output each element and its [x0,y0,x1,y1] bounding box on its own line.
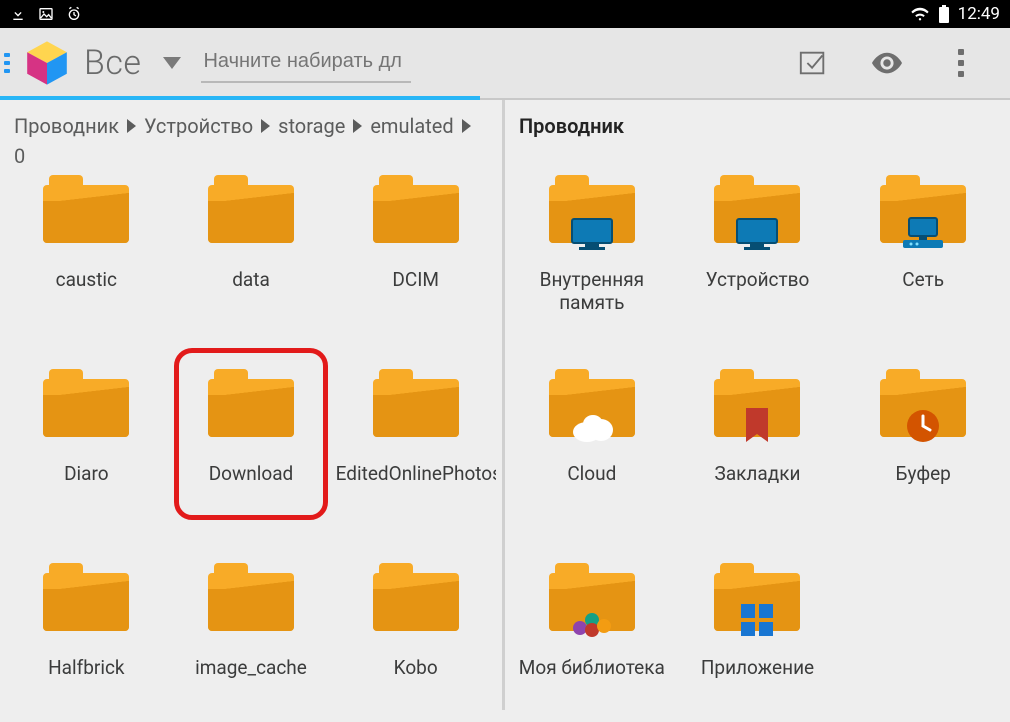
folder-label: Download [209,462,294,485]
chevron-right-icon [127,119,136,133]
apps-icon [739,602,775,638]
nav-label: Внутренняя память [512,268,672,314]
folder-item[interactable]: data [171,164,332,334]
clock-icon [905,408,941,444]
nav-label: Устройство [706,268,810,291]
folder-icon [43,369,129,437]
network-icon [901,216,945,250]
breadcrumb-item[interactable]: Устройство [144,114,253,138]
folder-item[interactable]: caustic [6,164,167,334]
nav-item[interactable]: Сеть [842,164,1004,334]
drawer-handle-icon[interactable] [0,28,14,98]
folder-icon [208,563,294,631]
internal-icon [569,216,615,250]
folder-item[interactable]: Halfbrick [6,552,167,722]
alarm-icon [66,6,82,22]
nav-label: Приложение [701,656,814,679]
folder-label: image_cache [195,656,307,679]
folder-icon [208,369,294,437]
wifi-icon [910,6,930,22]
nav-label: Буфер [895,462,950,485]
nav-label: Сеть [902,268,944,291]
folder-icon [373,175,459,243]
folder-icon [43,175,129,243]
select-mode-icon[interactable] [798,48,828,78]
folder-icon [373,369,459,437]
nav-item[interactable]: Приложение [677,552,839,722]
folder-label: data [232,268,270,291]
nav-label: Cloud [567,462,616,485]
chevron-right-icon [462,119,471,133]
folder-label: Kobo [394,656,438,679]
nav-item[interactable]: Буфер [842,358,1004,528]
nav-item[interactable]: Внутренняя память [511,164,673,334]
folder-item[interactable]: DCIM [335,164,496,334]
folder-item[interactable]: Diaro [6,358,167,528]
folder-label: Halfbrick [48,656,124,679]
right-pane: Проводник Внутренняя память Устройство С… [505,100,1010,710]
nav-item[interactable]: Моя библиотека [511,552,673,722]
category-spinner-label[interactable]: Все [84,43,141,83]
right-title-label: Проводник [519,114,624,138]
breadcrumb[interactable]: Проводник Устройство storage emulated 0 [0,100,502,144]
battery-icon [938,5,950,23]
folder-icon [373,563,459,631]
folder-label: Diaro [64,462,109,485]
folder-item[interactable]: Kobo [335,552,496,722]
left-pane: Проводник Устройство storage emulated 0 … [0,100,505,710]
nav-label: Закладки [715,462,801,485]
folder-item[interactable]: Download [171,358,332,528]
folder-label: caustic [56,268,117,291]
folder-icon [43,563,129,631]
folder-label: DCIM [392,268,439,291]
toolbar: Все [0,28,1010,100]
spinner-dropdown-icon[interactable] [163,57,181,69]
chevron-right-icon [353,119,362,133]
cloud-icon [567,412,617,444]
overflow-menu-icon[interactable] [946,48,976,78]
nav-label: Моя библиотека [519,656,665,679]
clock-time: 12:49 [958,4,1000,24]
breadcrumb-item[interactable]: Проводник [14,114,119,138]
folder-item[interactable]: EditedOnlinePhotos [335,358,496,528]
folder-grid-right: Внутренняя память Устройство Сеть Cloud … [505,144,1010,722]
statusbar: 12:49 [0,0,1010,28]
breadcrumb-item[interactable]: emulated [370,114,453,138]
nav-item[interactable]: Закладки [677,358,839,528]
folder-icon [208,175,294,243]
download-icon [10,6,26,22]
nav-item[interactable]: Устройство [677,164,839,334]
library-icon [570,608,614,638]
right-pane-title: Проводник [505,100,1010,144]
app-logo-icon[interactable] [18,34,76,92]
breadcrumb-item[interactable]: storage [278,114,345,138]
nav-item[interactable]: Cloud [511,358,673,528]
device-icon [734,216,780,250]
folder-grid-left: caustic data DCIM Diaro Download EditedO… [0,144,502,722]
bookmark-icon [744,406,770,444]
folder-item[interactable]: image_cache [171,552,332,722]
visibility-icon[interactable] [872,48,902,78]
image-icon [38,6,54,22]
search-input[interactable] [201,44,411,83]
chevron-right-icon [261,119,270,133]
folder-label: EditedOnlinePhotos [336,462,496,485]
